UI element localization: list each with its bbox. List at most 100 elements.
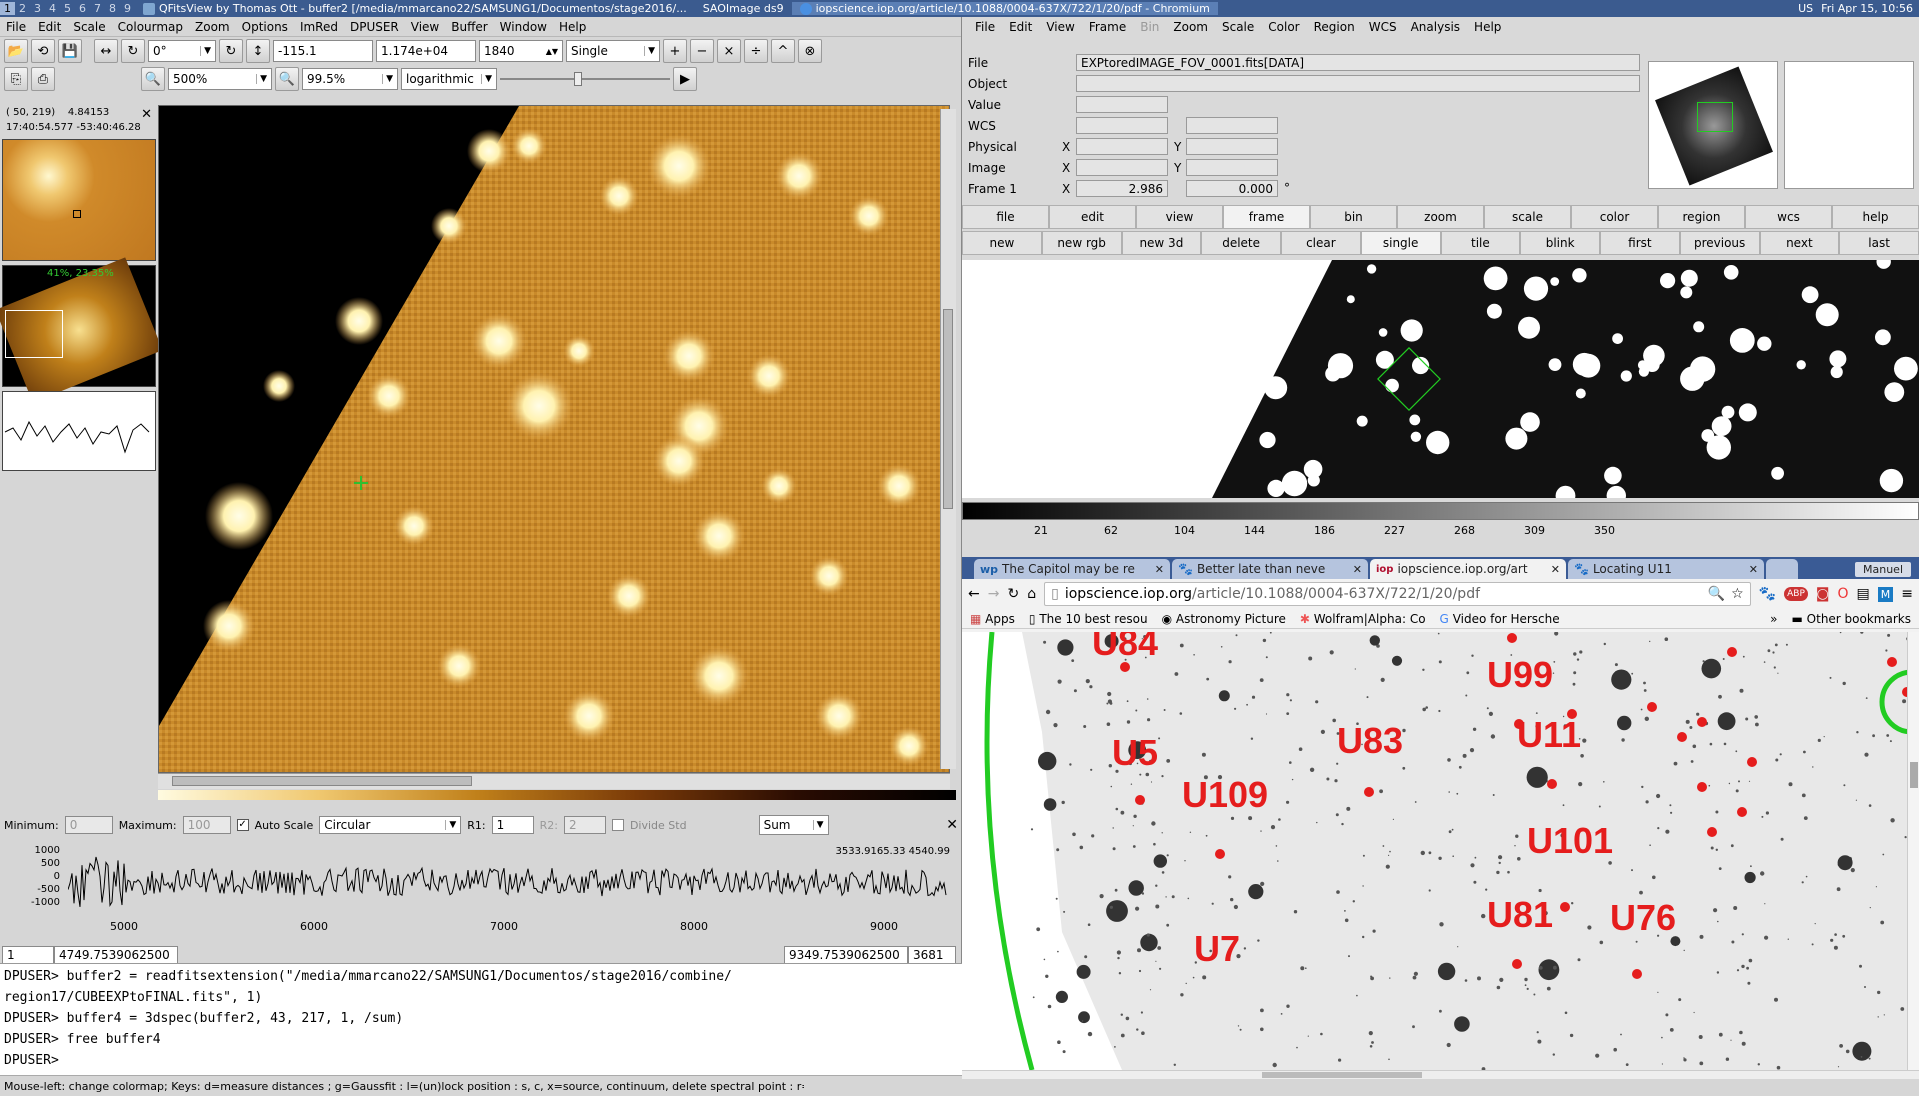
ds9-button-delete[interactable]: delete [1201, 231, 1281, 255]
ds9-button-scale[interactable]: scale [1484, 205, 1571, 229]
extension-icon[interactable]: 🐾 [1759, 586, 1776, 602]
reload-icon[interactable]: ⟲ [31, 39, 55, 63]
bookmark-10-best[interactable]: ▯ The 10 best resou [1029, 612, 1148, 626]
ds9-menu-analysis[interactable]: Analysis [1404, 20, 1467, 34]
ds9-menu-edit[interactable]: Edit [1002, 20, 1039, 34]
url-input[interactable]: ▯ iopscience.iop.org/article/10.1088/0004… [1044, 582, 1751, 606]
bookmark-apod[interactable]: ◉ Astronomy Picture [1162, 612, 1286, 626]
bookmark-video-herschel[interactable]: G Video for Hersche [1440, 612, 1560, 626]
m-extension-icon[interactable]: M [1877, 586, 1894, 602]
tab-locating-u11[interactable]: 🐾 Locating U11 ✕ [1568, 559, 1764, 579]
min-value-field[interactable]: -115.1 [273, 40, 373, 62]
tab-iopscience[interactable]: iop iopscience.iop.org/art ✕ [1370, 559, 1566, 579]
ds9-button-frame[interactable]: frame [1223, 205, 1310, 229]
ds9-button-new[interactable]: new [962, 231, 1042, 255]
range-start-spin[interactable]: 1 [2, 946, 54, 964]
flip-vertical-icon[interactable]: ↕ [246, 39, 270, 63]
ds9-button-clear[interactable]: clear [1281, 231, 1361, 255]
home-icon[interactable]: ⌂ [1027, 586, 1036, 602]
scroll-thumb[interactable] [1910, 762, 1918, 788]
bookmarks-overflow-icon[interactable]: » [1770, 612, 1777, 626]
close-icon[interactable]: ✕ [1551, 563, 1560, 576]
back-icon[interactable]: ← [968, 586, 980, 602]
menu-window[interactable]: Window [494, 20, 553, 34]
scroll-thumb[interactable] [1262, 1072, 1422, 1078]
workspace-8[interactable]: 8 [105, 2, 120, 15]
r2-field[interactable]: 2 [563, 816, 606, 834]
aperture-select[interactable]: Circular ▼ [319, 816, 462, 834]
range-end-spin[interactable]: 3681 [908, 946, 956, 964]
ds9-menu-zoom[interactable]: Zoom [1166, 20, 1215, 34]
zoom-icon[interactable]: 🔍 [1708, 586, 1725, 602]
ds9-menu-color[interactable]: Color [1261, 20, 1306, 34]
ds9-menu-file[interactable]: File [968, 20, 1002, 34]
other-bookmarks[interactable]: ▬ Other bookmarks [1792, 612, 1912, 626]
flip-horizontal-icon[interactable]: ↔ [94, 39, 118, 63]
close-icon[interactable]: ✕ [946, 817, 958, 833]
menu-edit[interactable]: Edit [32, 20, 67, 34]
task-chromium[interactable]: iopscience.iop.org/article/10.1088/0004-… [791, 2, 1218, 15]
pdf-horizontal-scrollbar[interactable] [962, 1070, 1919, 1079]
max-value-field[interactable]: 1.174e+04 [376, 40, 476, 62]
tab-capitol[interactable]: wp The Capitol may be re ✕ [974, 559, 1170, 579]
minimum-field[interactable]: 0 [64, 816, 113, 834]
ds9-menu-view[interactable]: View [1039, 20, 1081, 34]
menu-imred[interactable]: ImRed [294, 20, 344, 34]
ds9-button-edit[interactable]: edit [1049, 205, 1136, 229]
range-to-field[interactable]: 9349.7539062500 [784, 946, 908, 964]
menu-options[interactable]: Options [236, 20, 294, 34]
print-icon[interactable]: ⎙ [31, 67, 55, 91]
ds9-colorbar[interactable] [962, 502, 1919, 520]
pocket-icon[interactable]: ◙ [1816, 586, 1830, 602]
pdf-vertical-scrollbar[interactable] [1907, 632, 1919, 1070]
dpuser-console[interactable]: DPUSER> buffer2 = readfitsextension("/me… [0, 963, 962, 1075]
scale-select[interactable]: logarithmic ▼ [401, 68, 497, 90]
ds9-button-new-3d[interactable]: new 3d [1121, 231, 1202, 255]
ds9-menu-help[interactable]: Help [1467, 20, 1508, 34]
task-qfitsview[interactable]: QFitsView by Thomas Ott - buffer2 [/medi… [135, 2, 695, 15]
forward-icon[interactable]: → [988, 586, 1000, 602]
workspace-9[interactable]: 9 [120, 2, 135, 15]
bookmark-apps[interactable]: ▦ Apps [970, 612, 1015, 626]
menu-icon[interactable]: ≡ [1901, 586, 1913, 602]
console-prompt[interactable]: DPUSER> [4, 1050, 958, 1071]
ds9-image-canvas[interactable] [962, 260, 1919, 498]
ds9-button-previous[interactable]: previous [1679, 231, 1760, 255]
range-from-field[interactable]: 4749.7539062500 [54, 946, 178, 964]
main-image-canvas[interactable] [158, 105, 950, 773]
ds9-button-first[interactable]: first [1600, 231, 1680, 255]
overview-view[interactable]: 41%, 23.35% [0, 257, 163, 403]
save-icon[interactable]: 💾 [58, 39, 82, 63]
percent-select[interactable]: 99.5% ▼ [302, 68, 398, 90]
power-icon[interactable]: ^ [771, 39, 795, 63]
menu-zoom[interactable]: Zoom [189, 20, 236, 34]
new-tab-button[interactable] [1766, 559, 1798, 579]
ds9-button-file[interactable]: file [962, 205, 1049, 229]
adblock-icon[interactable]: ABP [1784, 587, 1808, 601]
rotation-select[interactable]: 0° ▼ [148, 40, 216, 62]
ds9-button-tile[interactable]: tile [1440, 231, 1521, 255]
ds9-button-new-rgb[interactable]: new rgb [1041, 231, 1122, 255]
image-colorbar[interactable] [158, 790, 956, 800]
ds9-button-color[interactable]: color [1571, 205, 1658, 229]
plus-icon[interactable]: + [663, 39, 687, 63]
workspace-4[interactable]: 4 [45, 2, 60, 15]
task-ds9[interactable]: SAOImage ds9 [695, 2, 792, 15]
divide-std-checkbox[interactable] [611, 819, 624, 831]
spectrum-plot[interactable]: 1000 500 0 -500 -1000 3533.9165.33 4540.… [0, 840, 962, 940]
maximum-field[interactable]: 100 [182, 816, 231, 834]
clock[interactable]: Fri Apr 15, 10:56 [1821, 2, 1913, 15]
ds9-menu-wcs[interactable]: WCS [1362, 20, 1404, 34]
multiply-icon[interactable]: × [717, 39, 741, 63]
scroll-thumb[interactable] [172, 776, 472, 786]
ds9-button-view[interactable]: view [1136, 205, 1223, 229]
cancel-icon[interactable]: ⊗ [798, 39, 822, 63]
brightness-slider[interactable] [500, 72, 670, 86]
bookmark-wolfram[interactable]: ✱ Wolfram|Alpha: Co [1300, 612, 1426, 626]
method-select[interactable]: Sum ▼ [758, 815, 829, 835]
menu-dpuser[interactable]: DPUSER [344, 20, 405, 34]
workspace-5[interactable]: 5 [60, 2, 75, 15]
mode-select[interactable]: Single ▼ [566, 40, 660, 62]
document-icon[interactable]: ▤ [1857, 586, 1870, 602]
menu-file[interactable]: File [0, 20, 32, 34]
